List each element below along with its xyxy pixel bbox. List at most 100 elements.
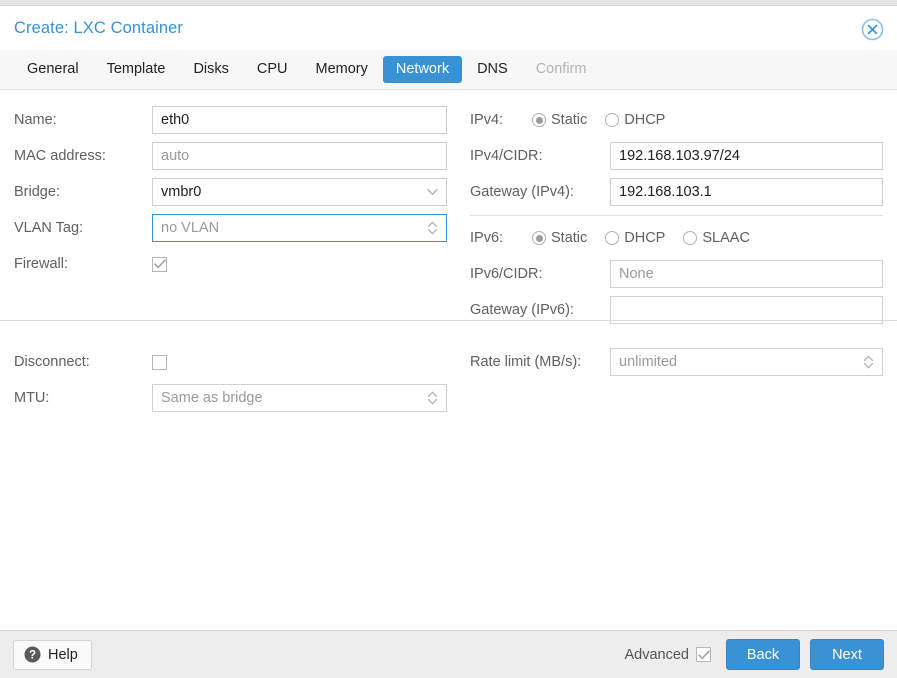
tab-confirm: Confirm [535, 61, 587, 77]
ipv6-radio-static[interactable]: Static [532, 230, 587, 246]
rate-limit-label: Rate limit (MB/s): [470, 354, 582, 370]
bridge-value: vmbr0 [161, 184, 202, 200]
ipv6-gateway-label: Gateway (IPv6): [470, 302, 574, 318]
field-row-disconnect: Disconnect: [14, 344, 448, 380]
ipv4-gateway-label: Gateway (IPv4): [470, 184, 574, 200]
create-lxc-container-dialog: Create: LXC Container General Template D… [0, 0, 897, 678]
ipv4-gateway-input[interactable]: 192.168.103.1 [610, 178, 883, 206]
ipv4-cidr-input[interactable]: 192.168.103.97/24 [610, 142, 883, 170]
mac-address-input[interactable]: auto [152, 142, 447, 170]
tab-memory[interactable]: Memory [303, 56, 381, 83]
field-row-mac-address: MAC address: auto [14, 138, 448, 174]
radio-selected-icon [532, 113, 546, 127]
help-button[interactable]: ? Help [13, 639, 92, 670]
advanced-left-column: Disconnect: MTU: Same as bridge [14, 344, 448, 416]
spinner-updown-icon[interactable] [424, 385, 440, 411]
field-row-ipv6-mode: IPv6: Static DHCP SLAAC [470, 220, 883, 256]
spinner-updown-icon[interactable] [424, 215, 440, 241]
vlan-tag-placeholder: no VLAN [161, 220, 220, 236]
bridge-label: Bridge: [14, 184, 60, 200]
mtu-placeholder: Same as bridge [161, 390, 263, 406]
vlan-tag-label: VLAN Tag: [14, 220, 84, 236]
dialog-footer: ? Help Advanced Back Next [0, 630, 897, 678]
ipv6-radio-dhcp[interactable]: DHCP [605, 230, 665, 246]
ipv4-dhcp-label: DHCP [624, 112, 666, 128]
ipv4-cidr-label: IPv4/CIDR: [470, 148, 543, 164]
firewall-label: Firewall: [14, 256, 68, 272]
chevron-down-icon[interactable] [424, 179, 440, 205]
field-row-ipv4-mode: IPv4: Static DHCP [470, 102, 883, 138]
field-row-rate-limit: Rate limit (MB/s): unlimited [470, 344, 883, 380]
field-row-ipv6-cidr: IPv6/CIDR: None [470, 256, 883, 292]
name-label: Name: [14, 112, 57, 128]
tab-network[interactable]: Network [382, 56, 463, 83]
bridge-select[interactable]: vmbr0 [152, 178, 447, 206]
disconnect-label: Disconnect: [14, 354, 90, 370]
mtu-input[interactable]: Same as bridge [152, 384, 447, 412]
ipv6-cidr-label: IPv6/CIDR: [470, 266, 543, 282]
mtu-label: MTU: [14, 390, 50, 406]
name-input[interactable]: eth0 [152, 106, 447, 134]
help-button-label: Help [48, 646, 78, 663]
rate-limit-placeholder: unlimited [619, 354, 678, 370]
tab-cpu[interactable]: CPU [244, 56, 301, 83]
name-value: eth0 [161, 112, 190, 128]
ipv4-label: IPv4: [470, 112, 504, 128]
radio-unselected-icon [683, 231, 698, 245]
tab-dns[interactable]: DNS [464, 56, 521, 83]
vlan-tag-input[interactable]: no VLAN [152, 214, 447, 242]
tab-template[interactable]: Template [94, 56, 179, 83]
ipv4-gateway-value: 192.168.103.1 [619, 184, 712, 200]
wizard-tab-bar: General Template Disks CPU Memory Networ… [0, 50, 897, 90]
ipv4-ipv6-divider [470, 215, 883, 216]
left-column: Name: eth0 MAC address: auto Bridge: vmb… [14, 102, 448, 328]
field-row-ipv6-gateway: Gateway (IPv6): [470, 292, 883, 328]
advanced-right-column: Rate limit (MB/s): unlimited [448, 344, 883, 416]
svg-text:?: ? [29, 650, 36, 662]
radio-selected-icon [532, 231, 546, 245]
dialog-header: Create: LXC Container [0, 6, 897, 50]
advanced-section-divider [0, 320, 897, 321]
mac-address-placeholder: auto [161, 148, 190, 164]
ipv6-cidr-placeholder: None [619, 266, 654, 282]
ipv6-label: IPv6: [470, 230, 504, 246]
advanced-toggle[interactable]: Advanced [624, 646, 711, 663]
firewall-checkbox[interactable] [152, 256, 167, 272]
ipv6-static-label: Static [551, 230, 588, 246]
ipv4-radio-static[interactable]: Static [532, 112, 587, 128]
ipv6-dhcp-label: DHCP [624, 230, 666, 246]
tab-disks[interactable]: Disks [180, 56, 241, 83]
ipv4-static-label: Static [551, 112, 588, 128]
ipv6-cidr-input[interactable]: None [610, 260, 883, 288]
footer-actions: Advanced Back Next [624, 639, 884, 670]
ipv4-cidr-value: 192.168.103.97/24 [619, 148, 740, 164]
right-column: IPv4: Static DHCP IPv4/CIDR: 192.168.103… [448, 102, 883, 328]
spinner-updown-icon[interactable] [860, 349, 876, 375]
ipv6-slaac-label: SLAAC [702, 230, 750, 246]
field-row-firewall: Firewall: [14, 246, 448, 282]
field-row-ipv4-cidr: IPv4/CIDR: 192.168.103.97/24 [470, 138, 883, 174]
advanced-label: Advanced [624, 646, 690, 663]
back-button[interactable]: Back [726, 639, 800, 670]
field-row-vlan-tag: VLAN Tag: no VLAN [14, 210, 448, 246]
dialog-title: Create: LXC Container [14, 18, 184, 37]
next-button[interactable]: Next [810, 639, 884, 670]
ipv4-radio-group: Static DHCP [532, 112, 679, 128]
field-row-ipv4-gateway: Gateway (IPv4): 192.168.103.1 [470, 174, 883, 210]
ipv6-radio-group: Static DHCP SLAAC [532, 230, 764, 246]
ipv4-radio-dhcp[interactable]: DHCP [605, 112, 665, 128]
disconnect-checkbox[interactable] [152, 354, 167, 370]
rate-limit-input[interactable]: unlimited [610, 348, 883, 376]
close-icon[interactable] [861, 18, 884, 41]
network-settings-panel: Name: eth0 MAC address: auto Bridge: vmb… [0, 90, 897, 630]
mac-address-label: MAC address: [14, 148, 106, 164]
field-row-mtu: MTU: Same as bridge [14, 380, 448, 416]
field-row-bridge: Bridge: vmbr0 [14, 174, 448, 210]
radio-unselected-icon [605, 113, 620, 127]
advanced-checkbox[interactable] [696, 647, 711, 662]
tab-general[interactable]: General [14, 56, 92, 83]
ipv6-radio-slaac[interactable]: SLAAC [683, 230, 750, 246]
radio-unselected-icon [605, 231, 620, 245]
field-row-name: Name: eth0 [14, 102, 448, 138]
help-circle-icon: ? [24, 646, 41, 663]
